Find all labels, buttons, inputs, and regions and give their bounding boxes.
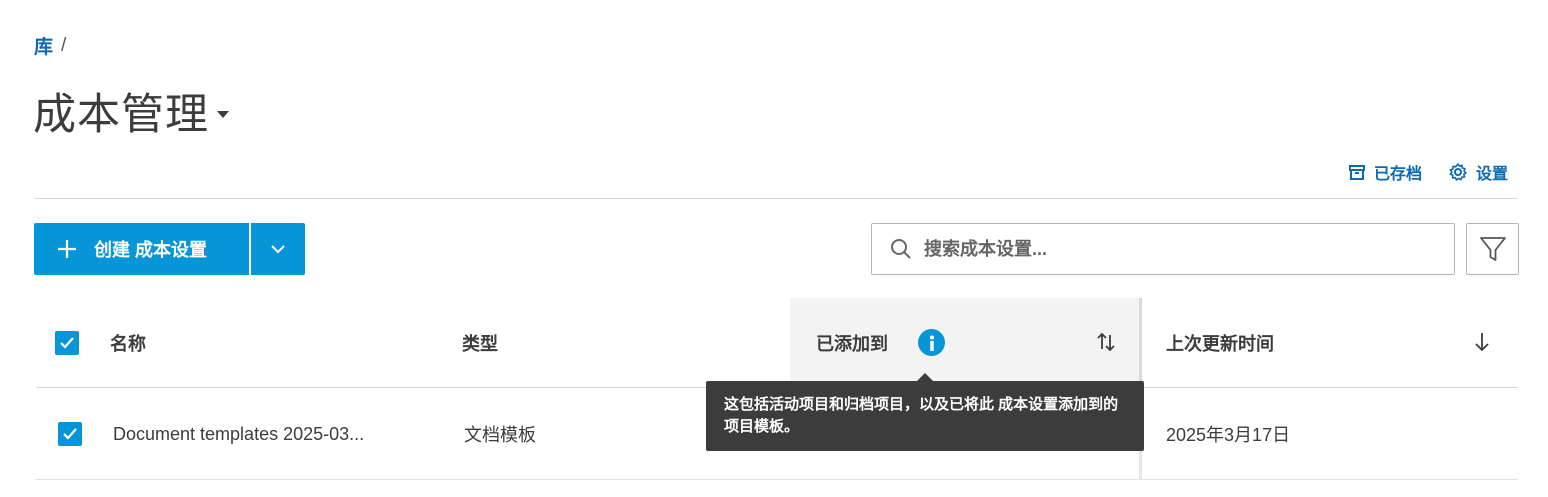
header-divider <box>34 198 1518 199</box>
row-type: 文档模板 <box>464 425 536 445</box>
top-actions: 已存档 设置 <box>1348 160 1508 184</box>
search-icon <box>891 239 911 259</box>
info-glyph <box>929 335 934 351</box>
create-button-group: 创建 成本设置 <box>34 223 305 275</box>
row-name[interactable]: Document templates 2025-03... <box>113 388 364 480</box>
create-dropdown-button[interactable] <box>251 223 305 275</box>
check-icon <box>60 336 74 349</box>
column-header-type[interactable]: 类型 <box>462 298 498 387</box>
archived-label: 已存档 <box>1373 166 1422 183</box>
search-box <box>871 223 1455 275</box>
archive-icon <box>1348 165 1365 180</box>
arrow-down-icon[interactable] <box>1474 331 1490 353</box>
create-button-label: 创建 成本设置 <box>94 240 208 260</box>
chevron-down-icon <box>271 245 285 254</box>
row-checkbox[interactable] <box>58 422 82 446</box>
tooltip-arrow <box>917 373 933 381</box>
caret-down-icon <box>217 110 229 118</box>
settings-label: 设置 <box>1475 166 1508 183</box>
row-last-updated: 2025年3月17日 <box>1166 425 1291 445</box>
column-header-name[interactable]: 名称 <box>110 298 146 387</box>
column-header-last-updated[interactable]: 上次更新时间 <box>1166 298 1518 387</box>
column-header-last-updated-label: 上次更新时间 <box>1166 333 1274 354</box>
plus-icon <box>58 240 76 258</box>
filter-icon <box>1479 237 1506 261</box>
breadcrumb: 库 / <box>34 32 66 59</box>
page-title-dropdown[interactable]: 成本管理 <box>33 80 229 142</box>
filter-button[interactable] <box>1466 223 1519 275</box>
column-header-added-to-label: 已添加到 <box>816 333 888 354</box>
check-icon <box>63 428 77 440</box>
row-select-cell <box>58 388 82 480</box>
settings-button[interactable]: 设置 <box>1448 160 1508 184</box>
search-input[interactable] <box>924 238 1444 260</box>
breadcrumb-library-link[interactable]: 库 <box>34 32 53 59</box>
info-icon[interactable] <box>918 329 945 356</box>
page-title: 成本管理 <box>33 91 209 139</box>
create-cost-setting-button[interactable]: 创建 成本设置 <box>34 223 249 275</box>
breadcrumb-separator: / <box>61 34 67 56</box>
select-all-cell <box>55 298 79 387</box>
table-header: 名称 类型 已添加到 上次更新时间 <box>36 298 1518 388</box>
info-tooltip: 这包括活动项目和归档项目，以及已将此 成本设置添加到的项目模板。 <box>706 381 1144 451</box>
select-all-checkbox[interactable] <box>55 330 79 355</box>
gear-icon <box>1449 163 1467 181</box>
archived-button[interactable]: 已存档 <box>1348 160 1422 184</box>
column-header-added-to[interactable]: 已添加到 <box>790 298 1142 387</box>
sort-icon[interactable] <box>1095 331 1117 353</box>
